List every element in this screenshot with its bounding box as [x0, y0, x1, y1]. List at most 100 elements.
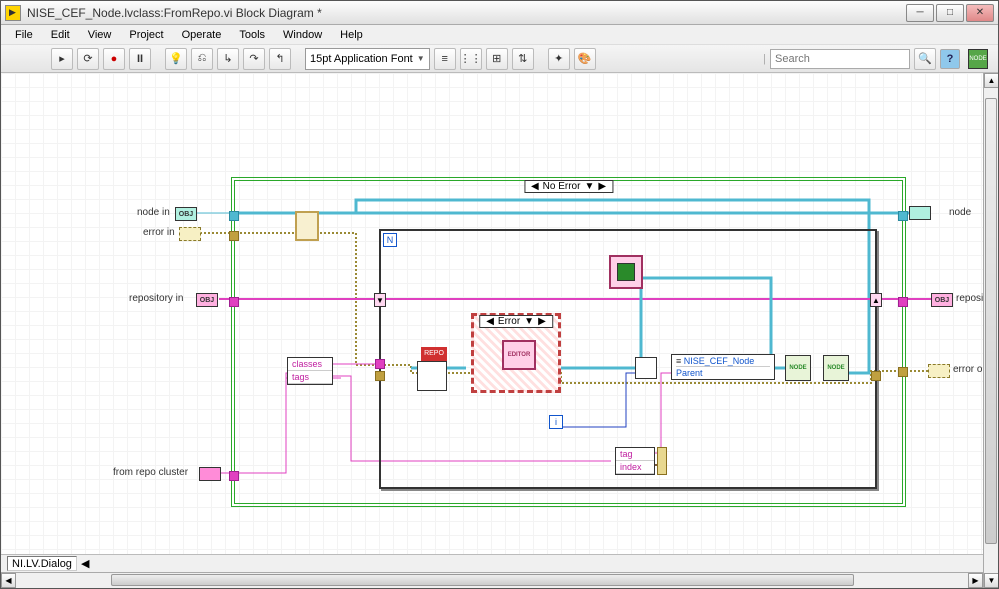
icon-editor-button[interactable]: 🎨: [574, 48, 596, 70]
node-out-terminal[interactable]: [909, 206, 931, 220]
unbundle-row-classes[interactable]: classes: [288, 358, 332, 371]
shift-register-right[interactable]: ▲: [870, 293, 882, 307]
tunnel[interactable]: [229, 471, 239, 481]
menu-view[interactable]: View: [80, 27, 120, 43]
tunnel[interactable]: [375, 359, 385, 369]
run-button[interactable]: ▸: [51, 48, 73, 70]
menu-operate[interactable]: Operate: [174, 27, 230, 43]
chevron-right-icon[interactable]: ▶: [538, 316, 546, 327]
context-text: NI.LV.Dialog: [12, 558, 72, 570]
minimize-button[interactable]: ─: [906, 4, 934, 22]
class-specifier[interactable]: ≡ NISE_CEF_Node Parent: [671, 354, 775, 380]
tunnel[interactable]: [871, 371, 881, 381]
inner-case-selector[interactable]: ◀ Error ▼ ▶: [479, 315, 553, 328]
class-property[interactable]: Parent: [676, 366, 770, 378]
unbundle-row-tag[interactable]: tag: [616, 448, 654, 461]
unbundle-tag-index[interactable]: tag index: [615, 447, 655, 475]
context-field[interactable]: NI.LV.Dialog: [7, 556, 77, 571]
error-cluster-subvi[interactable]: [295, 211, 319, 241]
font-select[interactable]: 15pt Application Font ▼: [305, 48, 430, 70]
for-loop-n[interactable]: N: [383, 233, 397, 247]
inner-case-structure[interactable]: ◀ Error ▼ ▶ EDITOR: [471, 313, 561, 393]
labview-icon: [5, 5, 21, 21]
chevron-left-icon[interactable]: ◀: [531, 181, 539, 192]
step-out-button[interactable]: ↰: [269, 48, 291, 70]
diagram[interactable]: node in OBJ error in repository in OBJ f…: [1, 73, 983, 554]
statusbar: NI.LV.Dialog ◀: [1, 554, 983, 572]
horizontal-scrollbar[interactable]: ◀ ▶: [1, 572, 983, 588]
error-in-label: error in: [143, 227, 175, 238]
titlebar[interactable]: NISE_CEF_Node.lvclass:FromRepo.vi Block …: [1, 1, 998, 25]
outer-case-selector[interactable]: ◀ No Error ▼ ▶: [524, 180, 613, 193]
retain-wires-button[interactable]: ⎌: [191, 48, 213, 70]
unbundle-classes-tags[interactable]: classes tags: [287, 357, 333, 385]
scroll-down-button[interactable]: ▼: [984, 573, 998, 588]
hscroll-thumb[interactable]: [111, 574, 854, 586]
step-into-button[interactable]: ↳: [217, 48, 239, 70]
error-in-terminal[interactable]: [179, 227, 201, 241]
cleanup-button[interactable]: ✦: [548, 48, 570, 70]
main-window: NISE_CEF_Node.lvclass:FromRepo.vi Block …: [0, 0, 999, 589]
tunnel[interactable]: [229, 211, 239, 221]
tunnel[interactable]: [229, 297, 239, 307]
for-loop-i[interactable]: i: [549, 415, 563, 429]
unbundle-row-tags[interactable]: tags: [288, 371, 332, 384]
repository-out-terminal[interactable]: OBJ: [931, 293, 953, 307]
menubar: File Edit View Project Operate Tools Win…: [1, 25, 998, 45]
help-button[interactable]: ?: [940, 49, 960, 69]
pause-button[interactable]: II: [129, 48, 151, 70]
close-button[interactable]: ✕: [966, 4, 994, 22]
tunnel[interactable]: [898, 297, 908, 307]
search-input[interactable]: [770, 49, 910, 69]
node-constant[interactable]: [609, 255, 643, 289]
menu-project[interactable]: Project: [121, 27, 171, 43]
menu-edit[interactable]: Edit: [43, 27, 78, 43]
repo-constant[interactable]: REPO: [421, 347, 447, 361]
outer-case-label: No Error: [543, 181, 581, 192]
block-diagram-canvas[interactable]: node in OBJ error in repository in OBJ f…: [1, 73, 983, 554]
vertical-scrollbar[interactable]: ▲ ▼: [983, 73, 998, 588]
scroll-up-button[interactable]: ▲: [984, 73, 998, 88]
menu-file[interactable]: File: [7, 27, 41, 43]
tunnel[interactable]: [898, 367, 908, 377]
resize-button[interactable]: ⊞: [486, 48, 508, 70]
merge-subvi[interactable]: [635, 357, 657, 379]
step-over-button[interactable]: ↷: [243, 48, 265, 70]
node-in-terminal[interactable]: OBJ: [175, 207, 197, 221]
distribute-button[interactable]: ⋮⋮: [460, 48, 482, 70]
abort-button[interactable]: ●: [103, 48, 125, 70]
chevron-down-icon[interactable]: ▼: [524, 316, 534, 327]
tunnel[interactable]: [229, 231, 239, 241]
build-subvi[interactable]: NODE: [785, 355, 811, 381]
index-array-node[interactable]: [657, 447, 667, 475]
highlight-exec-button[interactable]: 💡: [165, 48, 187, 70]
vscroll-thumb[interactable]: [985, 98, 997, 544]
connector-icon[interactable]: NODE: [968, 49, 988, 69]
chevron-down-icon[interactable]: ▼: [584, 181, 594, 192]
chevron-left-icon[interactable]: ◀: [486, 316, 494, 327]
scroll-left-icon[interactable]: ◀: [81, 557, 89, 570]
search-button[interactable]: 🔍: [914, 48, 936, 70]
repo-lookup-subvi[interactable]: [417, 361, 447, 391]
output-subvi[interactable]: NODE: [823, 355, 849, 381]
editor-subvi[interactable]: EDITOR: [502, 340, 536, 370]
menu-window[interactable]: Window: [275, 27, 330, 43]
repository-in-terminal[interactable]: OBJ: [196, 293, 218, 307]
scroll-right-button[interactable]: ▶: [968, 573, 983, 588]
tunnel[interactable]: [375, 371, 385, 381]
chevron-right-icon[interactable]: ▶: [598, 181, 606, 192]
hscroll-track[interactable]: [16, 573, 968, 588]
menu-help[interactable]: Help: [332, 27, 371, 43]
reorder-button[interactable]: ⇅: [512, 48, 534, 70]
vscroll-track[interactable]: [984, 88, 998, 573]
shift-register-left[interactable]: ▼: [374, 293, 386, 307]
from-repo-cluster-terminal[interactable]: [199, 467, 221, 481]
align-button[interactable]: ≡: [434, 48, 456, 70]
unbundle-row-index[interactable]: index: [616, 461, 654, 474]
error-out-terminal[interactable]: [928, 364, 950, 378]
maximize-button[interactable]: □: [936, 4, 964, 22]
run-continuous-button[interactable]: ⟳: [77, 48, 99, 70]
tunnel[interactable]: [898, 211, 908, 221]
scroll-left-button[interactable]: ◀: [1, 573, 16, 588]
menu-tools[interactable]: Tools: [231, 27, 273, 43]
